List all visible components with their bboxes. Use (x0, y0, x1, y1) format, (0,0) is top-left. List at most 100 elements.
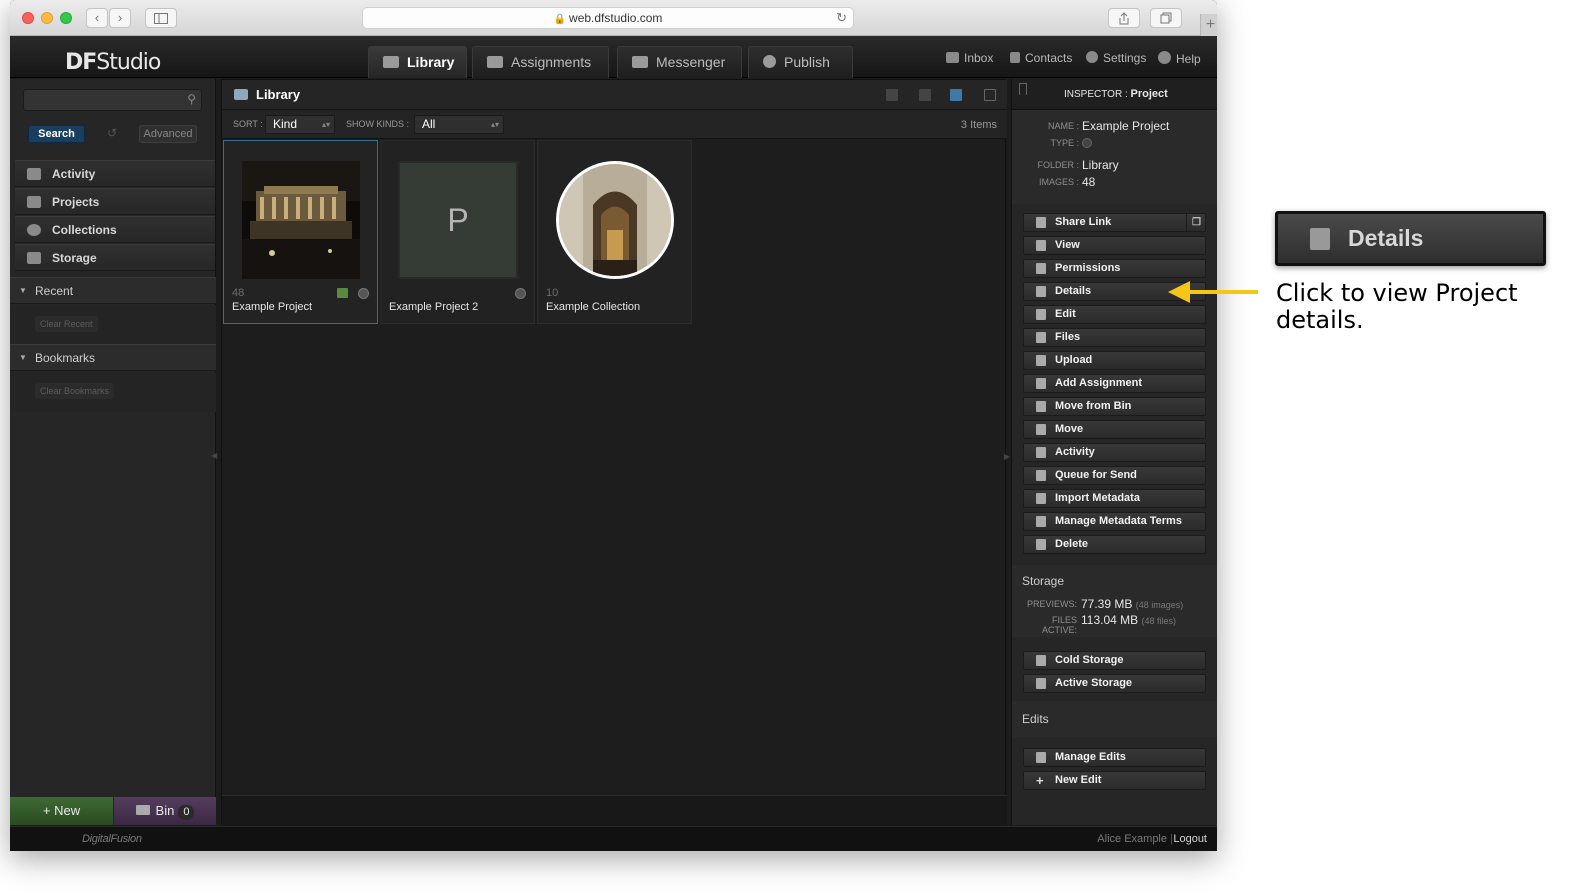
info-value: 48 (1082, 175, 1096, 189)
bookmark-icon[interactable] (1019, 83, 1027, 95)
link-label: Contacts (1025, 51, 1073, 65)
tabs-icon (1160, 12, 1172, 24)
callout-arrow-head (1168, 281, 1190, 303)
search-input[interactable]: ⚲ (23, 89, 202, 111)
upload-button[interactable]: Upload (1023, 351, 1206, 370)
list-view-icon[interactable] (919, 89, 931, 101)
details-icon (1036, 286, 1046, 297)
search-button[interactable]: Search (28, 125, 85, 143)
library-item-card[interactable]: 48 Example Project (223, 140, 378, 324)
tab-messenger[interactable]: Messenger (617, 46, 742, 78)
activity-button[interactable]: Activity (1023, 443, 1206, 462)
action-label: Activity (1055, 446, 1095, 458)
view-button[interactable]: View (1023, 236, 1206, 255)
sidebar-item-collections[interactable]: Collections (15, 216, 215, 243)
tab-publish[interactable]: Publish (748, 46, 853, 78)
bookmarks-header[interactable]: ▼ Bookmarks (10, 344, 216, 371)
files-button[interactable]: Files (1023, 328, 1206, 347)
inbox-link[interactable]: Inbox (946, 51, 993, 65)
active-storage-button[interactable]: Active Storage (1023, 674, 1206, 693)
link-label: Help (1176, 52, 1201, 66)
action-label: Queue for Send (1055, 469, 1137, 481)
zoom-window-button[interactable] (60, 12, 72, 24)
library-item-card[interactable]: P Example Project 2 (380, 140, 535, 324)
sidebar-item-projects[interactable]: Projects (15, 188, 215, 215)
files-active-row: FILES ACTIVE: 113.04 MB (48 files) (1012, 613, 1217, 635)
minimize-window-button[interactable] (41, 12, 53, 24)
action-label: New Edit (1055, 774, 1102, 786)
bookmarks-label: Bookmarks (35, 351, 96, 365)
info-images-row: IMAGES : 48 (1012, 175, 1217, 189)
tab-label: Assignments (511, 54, 592, 70)
sidebar-item-label: Projects (52, 195, 100, 209)
settings-link[interactable]: Settings (1086, 51, 1146, 65)
queue-for-send-button[interactable]: Queue for Send (1023, 466, 1206, 485)
store-value: 77.39 MB (48 images) (1081, 597, 1183, 611)
sidebar-item-storage[interactable]: Storage (15, 244, 215, 271)
address-bar[interactable]: 🔒 web.dfstudio.com ↻ (362, 7, 854, 29)
files-size: 113.04 MB (1081, 613, 1139, 627)
grid-view-icon[interactable] (950, 89, 962, 101)
contacts-link[interactable]: Contacts (1010, 51, 1072, 65)
detail-view-icon[interactable] (886, 89, 898, 101)
dfstudio-logo[interactable]: DFStudio (65, 50, 161, 75)
browser-window: ‹ › 🔒 web.dfstudio.com ↻ + DFStudio Libra… (10, 0, 1217, 851)
share-button[interactable] (1108, 8, 1140, 28)
logout-link[interactable]: Logout (1173, 833, 1207, 845)
inspector-resize-handle[interactable]: ▶ (1004, 452, 1010, 461)
tabs-overview-button[interactable] (1150, 8, 1182, 28)
select-arrows-icon: ▴▾ (321, 120, 330, 129)
trash-icon (1036, 539, 1046, 550)
sidebar-item-activity[interactable]: Activity (15, 160, 215, 187)
view-icon (1036, 240, 1046, 251)
add-assignment-button[interactable]: Add Assignment (1023, 374, 1206, 393)
previews-note: (48 images) (1135, 600, 1184, 610)
forward-button[interactable]: › (109, 8, 131, 28)
new-edit-button[interactable]: + New Edit (1023, 771, 1206, 790)
reload-icon[interactable]: ↻ (836, 8, 847, 28)
chevron-down-icon: ▼ (19, 353, 27, 362)
action-label: Permissions (1055, 262, 1121, 274)
delete-button[interactable]: Delete (1023, 535, 1206, 554)
manage-edits-button[interactable]: Manage Edits (1023, 748, 1206, 767)
reset-search-icon[interactable]: ↺ (107, 126, 117, 140)
share-link-button[interactable]: Share Link ❐ (1023, 213, 1206, 232)
sidebar-resize-handle[interactable]: ◀ (211, 451, 217, 460)
project-placeholder-thumbnail: P (398, 161, 518, 279)
recent-list: Clear Recent (10, 305, 216, 345)
move-from-bin-button[interactable]: Move from Bin (1023, 397, 1206, 416)
import-metadata-button[interactable]: Import Metadata (1023, 489, 1206, 508)
copy-link-icon[interactable]: ❐ (1186, 214, 1206, 231)
project-type-icon (358, 288, 369, 299)
item-name: Example Project (232, 301, 313, 313)
info-value[interactable]: Library (1082, 158, 1119, 172)
library-item-card[interactable]: 10 Example Collection (537, 140, 692, 324)
back-button[interactable]: ‹ (86, 8, 108, 28)
advanced-search-button[interactable]: Advanced (139, 125, 197, 143)
tab-label: Messenger (656, 54, 726, 70)
clear-recent-button[interactable]: Clear Recent (35, 316, 98, 332)
new-tab-button[interactable]: + (1200, 14, 1217, 36)
show-kinds-select[interactable]: All ▴▾ (414, 115, 504, 134)
move-button[interactable]: Move (1023, 420, 1206, 439)
tab-assignments[interactable]: Assignments (472, 46, 609, 78)
browser-toolbar: ‹ › 🔒 web.dfstudio.com ↻ + (10, 0, 1217, 36)
tab-label: Library (407, 54, 455, 70)
help-link[interactable]: Help (1158, 51, 1201, 66)
collection-thumbnail (556, 161, 674, 279)
show-kinds-value: All (422, 117, 436, 131)
edit-button[interactable]: Edit (1023, 305, 1206, 324)
action-label: Upload (1055, 354, 1093, 366)
manage-metadata-terms-button[interactable]: Manage Metadata Terms (1023, 512, 1206, 531)
recent-header[interactable]: ▼ Recent (10, 277, 216, 304)
sidebar-toggle-button[interactable] (145, 8, 177, 28)
permissions-button[interactable]: Permissions (1023, 259, 1206, 278)
new-button[interactable]: + New (10, 797, 113, 825)
cold-storage-button[interactable]: Cold Storage (1023, 651, 1206, 670)
tab-library[interactable]: Library (368, 46, 467, 78)
close-window-button[interactable] (22, 12, 34, 24)
sort-select[interactable]: Kind ▴▾ (265, 115, 335, 134)
fullscreen-icon[interactable] (984, 89, 996, 101)
bin-button[interactable]: Bin 0 (114, 797, 216, 825)
clear-bookmarks-button[interactable]: Clear Bookmarks (35, 383, 115, 399)
